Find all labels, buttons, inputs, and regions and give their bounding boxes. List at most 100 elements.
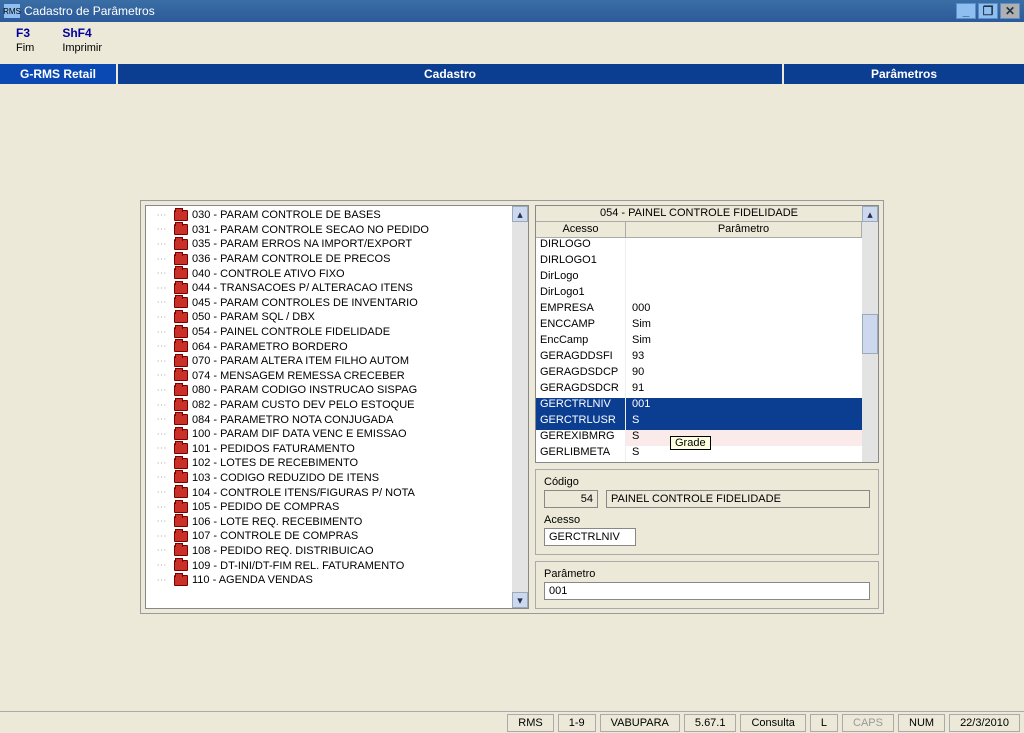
grid-col-acesso[interactable]: Acesso [536, 222, 626, 237]
grid-cell-param [626, 270, 862, 286]
grid-cell-param: 91 [626, 382, 862, 398]
grid-row[interactable]: GERCTRLUSRS [536, 414, 862, 430]
tree[interactable]: ⋯030 - PARAM CONTROLE DE BASES⋯031 - PAR… [146, 206, 528, 589]
grid-row[interactable]: DirLogo1 [536, 286, 862, 302]
grid-scrollbar[interactable]: ▴ [862, 206, 878, 462]
status-date: 22/3/2010 [949, 714, 1020, 732]
menu-fim-shortcut: F3 [16, 26, 34, 40]
tree-item[interactable]: ⋯074 - MENSAGEM REMESSA CRECEBER [150, 369, 528, 384]
grid-row[interactable]: GERCTRLNIV001 [536, 398, 862, 414]
grid-cell-acesso: EMPRESA [536, 302, 626, 318]
folder-icon [174, 458, 188, 469]
tree-item[interactable]: ⋯070 - PARAM ALTERA ITEM FILHO AUTOM [150, 354, 528, 369]
tree-item-label: 109 - DT-INI/DT-FIM REL. FATURAMENTO [192, 560, 404, 572]
tree-item[interactable]: ⋯110 - AGENDA VENDAS [150, 573, 528, 588]
tree-item[interactable]: ⋯104 - CONTROLE ITENS/FIGURAS P/ NOTA [150, 485, 528, 500]
grid-row[interactable]: EMPRESA000 [536, 302, 862, 318]
grid-cell-acesso: GERCTRLUSR [536, 414, 626, 430]
acesso-input[interactable] [544, 528, 636, 546]
codigo-input[interactable] [544, 490, 598, 508]
grid-cell-acesso: DirLogo [536, 270, 626, 286]
tree-item[interactable]: ⋯040 - CONTROLE ATIVO FIXO [150, 266, 528, 281]
grid-row[interactable]: GERAGDSDCR91 [536, 382, 862, 398]
grid-cell-param [626, 254, 862, 270]
scroll-thumb[interactable] [862, 314, 878, 354]
maximize-button[interactable]: ❐ [978, 3, 998, 19]
parametro-input[interactable] [544, 582, 870, 600]
grid-row[interactable]: DirLogo [536, 270, 862, 286]
scroll-down-icon[interactable]: ▾ [512, 592, 528, 608]
tree-item[interactable]: ⋯050 - PARAM SQL / DBX [150, 310, 528, 325]
tree-item[interactable]: ⋯064 - PARAMETRO BORDERO [150, 339, 528, 354]
menu-imprimir[interactable]: ShF4 Imprimir [62, 26, 102, 64]
grid-rows[interactable]: DIRLOGODIRLOGO1DirLogoDirLogo1EMPRESA000… [536, 238, 862, 462]
grid-cell-param: 001 [626, 398, 862, 414]
tree-item-label: 070 - PARAM ALTERA ITEM FILHO AUTOM [192, 355, 409, 367]
grid-title: 054 - PAINEL CONTROLE FIDELIDADE [536, 206, 862, 222]
grid-row[interactable]: ENCCAMPSim [536, 318, 862, 334]
tree-item[interactable]: ⋯054 - PAINEL CONTROLE FIDELIDADE [150, 325, 528, 340]
folder-icon [174, 487, 188, 498]
tree-dots: ⋯ [150, 224, 174, 235]
tree-item[interactable]: ⋯109 - DT-INI/DT-FIM REL. FATURAMENTO [150, 558, 528, 573]
folder-icon [174, 400, 188, 411]
tree-item-label: 030 - PARAM CONTROLE DE BASES [192, 209, 381, 221]
ribbon-center[interactable]: Cadastro [118, 64, 784, 84]
tree-item-label: 103 - CODIGO REDUZIDO DE ITENS [192, 472, 379, 484]
tree-item-label: 045 - PARAM CONTROLES DE INVENTARIO [192, 297, 418, 309]
tree-item[interactable]: ⋯044 - TRANSACOES P/ ALTERACAO ITENS [150, 281, 528, 296]
grid-row[interactable]: DIRLOGO [536, 238, 862, 254]
tree-dots: ⋯ [150, 487, 174, 498]
grid-row[interactable]: GERAGDDSFI93 [536, 350, 862, 366]
app-icon: RMS [4, 4, 20, 18]
scroll-up-icon[interactable]: ▴ [512, 206, 528, 222]
grid-cell-acesso: ENCCAMP [536, 318, 626, 334]
tree-item[interactable]: ⋯036 - PARAM CONTROLE DE PRECOS [150, 252, 528, 267]
tree-item[interactable]: ⋯031 - PARAM CONTROLE SECAO NO PEDIDO [150, 223, 528, 238]
grid-row[interactable]: EncCampSim [536, 334, 862, 350]
grid-cell-param [626, 286, 862, 302]
tree-item[interactable]: ⋯103 - CODIGO REDUZIDO DE ITENS [150, 471, 528, 486]
tree-item-label: 100 - PARAM DIF DATA VENC E EMISSAO [192, 428, 407, 440]
tree-item[interactable]: ⋯108 - PEDIDO REQ. DISTRIBUICAO [150, 544, 528, 559]
ribbon-right[interactable]: Parâmetros [784, 64, 1024, 84]
status-l: L [810, 714, 838, 732]
tree-item[interactable]: ⋯082 - PARAM CUSTO DEV PELO ESTOQUE [150, 398, 528, 413]
grid-row[interactable]: DIRLOGO1 [536, 254, 862, 270]
workspace: ⋯030 - PARAM CONTROLE DE BASES⋯031 - PAR… [140, 200, 884, 614]
tree-item[interactable]: ⋯084 - PARAMETRO NOTA CONJUGADA [150, 412, 528, 427]
tree-dots: ⋯ [150, 385, 174, 396]
tree-scrollbar[interactable]: ▴ ▾ [512, 206, 528, 608]
menu-fim[interactable]: F3 Fim [16, 26, 34, 64]
tree-item[interactable]: ⋯045 - PARAM CONTROLES DE INVENTARIO [150, 296, 528, 311]
folder-icon [174, 283, 188, 294]
tree-item[interactable]: ⋯080 - PARAM CODIGO INSTRUCAO SISPAG [150, 383, 528, 398]
tree-item[interactable]: ⋯035 - PARAM ERROS NA IMPORT/EXPORT [150, 237, 528, 252]
tree-item[interactable]: ⋯106 - LOTE REQ. RECEBIMENTO [150, 514, 528, 529]
tree-item-label: 108 - PEDIDO REQ. DISTRIBUICAO [192, 545, 374, 557]
codigo-label: Código [544, 476, 870, 488]
tree-item[interactable]: ⋯100 - PARAM DIF DATA VENC E EMISSAO [150, 427, 528, 442]
minimize-button[interactable]: _ [956, 3, 976, 19]
tree-item[interactable]: ⋯102 - LOTES DE RECEBIMENTO [150, 456, 528, 471]
folder-icon [174, 341, 188, 352]
codigo-desc [606, 490, 870, 508]
scroll-up-icon[interactable]: ▴ [862, 206, 878, 222]
ribbon-left[interactable]: G-RMS Retail [0, 64, 118, 84]
tree-item[interactable]: ⋯105 - PEDIDO DE COMPRAS [150, 500, 528, 515]
tree-dots: ⋯ [150, 400, 174, 411]
tree-dots: ⋯ [150, 414, 174, 425]
tree-item-label: 102 - LOTES DE RECEBIMENTO [192, 457, 358, 469]
tree-item-label: 054 - PAINEL CONTROLE FIDELIDADE [192, 326, 390, 338]
tree-dots: ⋯ [150, 239, 174, 250]
tree-item[interactable]: ⋯030 - PARAM CONTROLE DE BASES [150, 208, 528, 223]
tree-item[interactable]: ⋯101 - PEDIDOS FATURAMENTO [150, 442, 528, 457]
status-mode: Consulta [740, 714, 805, 732]
grid-row[interactable]: GERAGDSDCP90 [536, 366, 862, 382]
tree-item[interactable]: ⋯107 - CONTROLE DE COMPRAS [150, 529, 528, 544]
grid-cell-acesso: GERAGDDSFI [536, 350, 626, 366]
menubar: F3 Fim ShF4 Imprimir [0, 22, 1024, 64]
close-button[interactable]: ✕ [1000, 3, 1020, 19]
folder-icon [174, 575, 188, 586]
grid-col-parametro[interactable]: Parâmetro [626, 222, 862, 237]
